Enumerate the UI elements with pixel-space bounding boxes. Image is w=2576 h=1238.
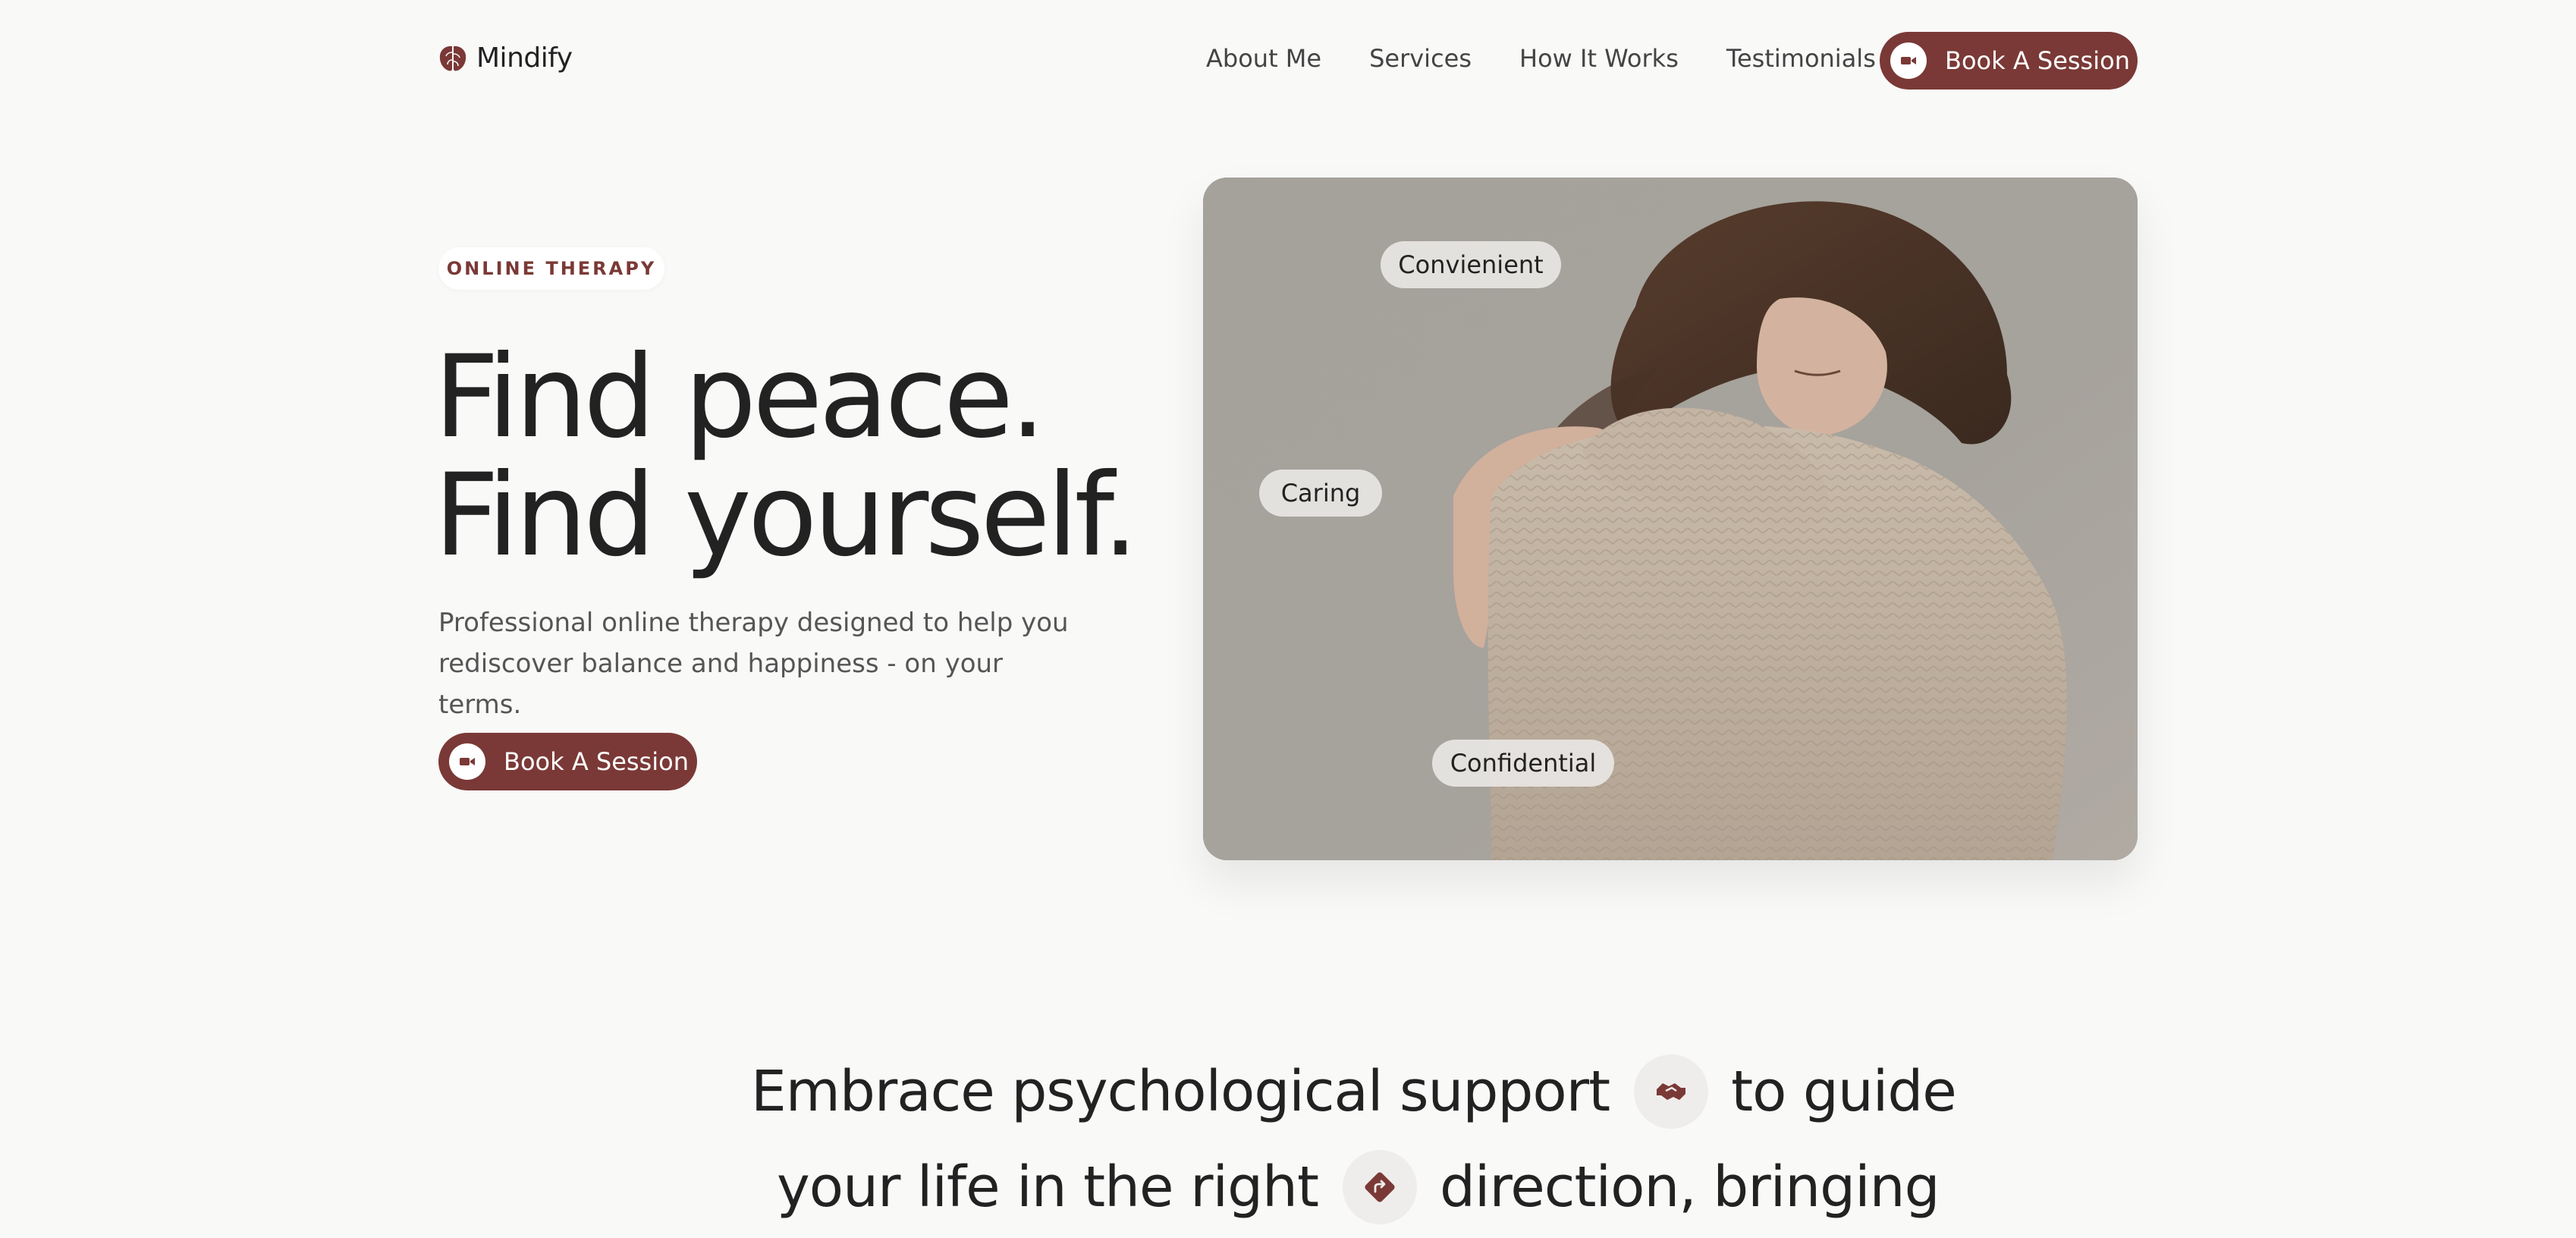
statement-part-2: to guide: [1731, 1059, 1957, 1124]
logo[interactable]: Mindify: [438, 42, 573, 74]
landing-page: Mindify About Me Services How It Works T…: [0, 0, 2576, 1238]
hero-subtitle: Professional online therapy designed to …: [438, 608, 1069, 720]
book-session-hero-label: Book A Session: [504, 747, 689, 776]
video-camera-icon: [1890, 42, 1927, 79]
tag-convienient: Convienient: [1381, 241, 1561, 288]
nav-how-it-works[interactable]: How It Works: [1519, 44, 1679, 73]
woman-in-sweater-image: [1203, 178, 2138, 860]
video-camera-icon: [449, 743, 485, 780]
nav-about-me[interactable]: About Me: [1206, 44, 1321, 73]
book-session-header-button[interactable]: Book A Session: [1880, 32, 2138, 90]
statement-line-2: your life in the right direction, bringi…: [777, 1150, 1940, 1224]
book-session-hero-button[interactable]: Book A Session: [438, 733, 697, 790]
book-session-header-label: Book A Session: [1945, 46, 2130, 75]
main-nav: About Me Services How It Works Testimoni…: [1206, 44, 1876, 73]
handshake-icon: [1634, 1054, 1709, 1129]
statement-part-3: your life in the right: [777, 1155, 1319, 1220]
hero-photo: Convienient Caring Confidential: [1203, 178, 2138, 860]
statement-line-1: Embrace psychological support to guide: [751, 1054, 1957, 1129]
hero-title-line-1: Find peace.: [434, 331, 1046, 463]
hero-title-line-2: Find yourself.: [434, 450, 1139, 582]
direction-sign-icon: [1342, 1150, 1417, 1224]
logo-text: Mindify: [476, 42, 573, 74]
statement-part-4: direction, bringing: [1439, 1155, 1940, 1220]
tag-caring: Caring: [1259, 470, 1382, 517]
statement-part-1: Embrace psychological support: [751, 1059, 1610, 1124]
nav-services[interactable]: Services: [1369, 44, 1472, 73]
tag-confidential: Confidential: [1432, 740, 1614, 787]
brain-icon: [439, 46, 467, 71]
nav-testimonials[interactable]: Testimonials: [1726, 44, 1876, 73]
online-therapy-badge: ONLINE THERAPY: [438, 247, 664, 290]
hero-title: Find peace. Find yourself.: [434, 331, 1139, 582]
